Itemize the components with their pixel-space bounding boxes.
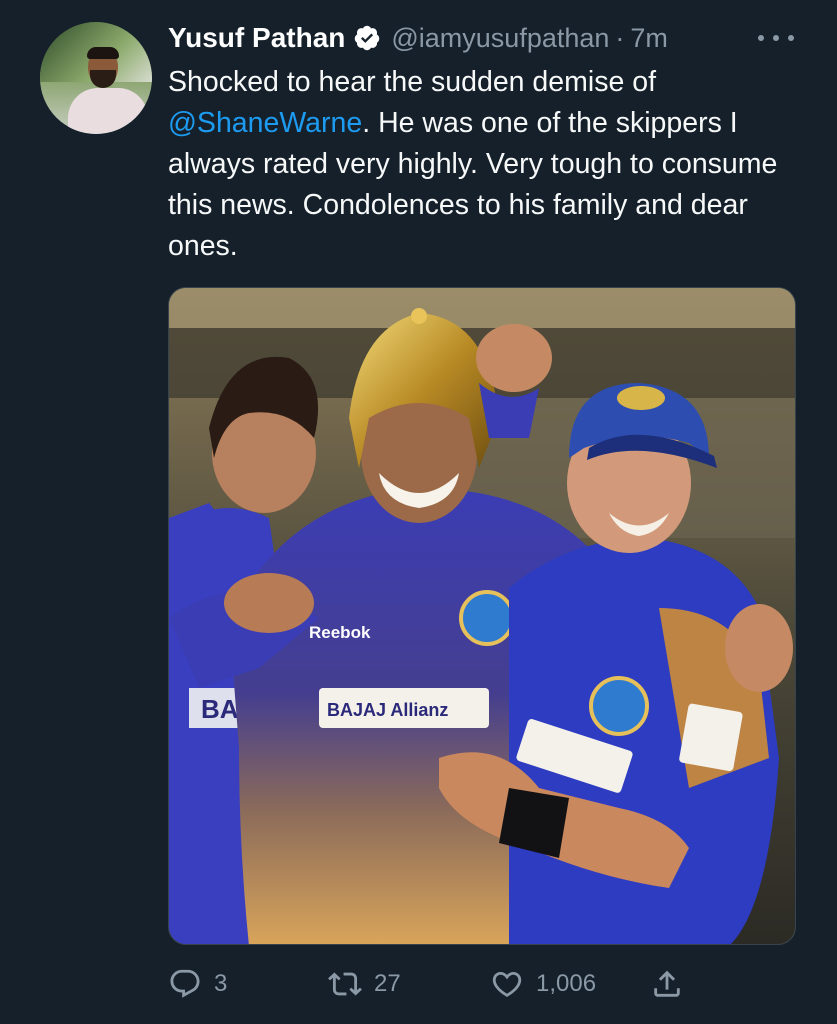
retweet-button[interactable]: 27	[328, 962, 401, 1006]
separator-dot: ·	[615, 22, 625, 53]
tweet-actions: 3 27 1,006	[168, 962, 808, 1006]
share-icon	[654, 970, 680, 997]
avatar-shirt	[68, 88, 148, 134]
author-name[interactable]: Yusuf Pathan	[168, 22, 345, 54]
verified-badge-icon	[353, 24, 381, 52]
reply-icon	[170, 969, 200, 998]
retweet-count: 27	[374, 970, 401, 997]
tweet-text: Shocked to hear the sudden demise of @Sh…	[168, 62, 808, 267]
avatar-hair	[87, 47, 119, 59]
author-avatar[interactable]	[40, 22, 152, 134]
photo-brand-text: Reebok	[309, 623, 371, 642]
tweet-text-start: Shocked to hear the sudden demise of	[168, 66, 656, 98]
heart-icon	[492, 971, 522, 997]
mention-link[interactable]: @ShaneWarne	[168, 107, 362, 139]
tweet-photo[interactable]: BA BAJAJ Allianz Reebok	[168, 287, 796, 945]
reply-count: 3	[214, 970, 228, 997]
photo-cricketers: BA BAJAJ Allianz Reebok	[169, 288, 795, 944]
tweet-card[interactable]: Yusuf Pathan @iamyusufpathan · 7m Shocke…	[0, 0, 837, 1024]
tweet-timestamp[interactable]: 7m	[630, 23, 668, 54]
avatar-beard	[90, 70, 116, 88]
like-button[interactable]: 1,006	[490, 962, 596, 1006]
retweet-icon	[328, 972, 362, 996]
reply-button[interactable]: 3	[168, 962, 227, 1006]
photo-sponsor-fragment: BA	[201, 694, 239, 724]
tweet-header: Yusuf Pathan @iamyusufpathan · 7m	[168, 20, 668, 56]
share-button[interactable]	[650, 962, 684, 1006]
like-count: 1,006	[536, 970, 597, 997]
author-handle[interactable]: @iamyusufpathan	[391, 23, 609, 54]
photo-sponsor-text: BAJAJ Allianz	[327, 700, 448, 720]
more-options-icon[interactable]	[758, 26, 794, 50]
